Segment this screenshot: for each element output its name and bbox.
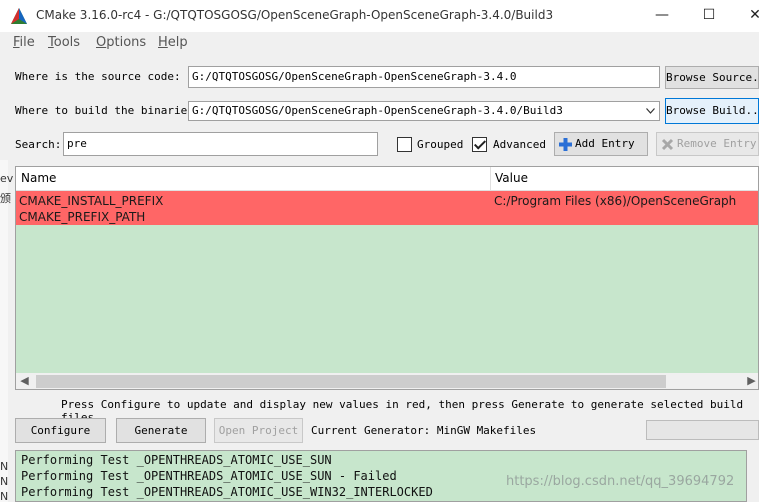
search-input[interactable]: pre (63, 132, 378, 156)
menu-file[interactable]: File (13, 35, 35, 50)
binaries-path-combobox[interactable]: G:/QTQTOSGOSG/OpenSceneGraph-OpenSceneGr… (188, 101, 660, 121)
binaries-path-value: G:/QTQTOSGOSG/OpenSceneGraph-OpenSceneGr… (192, 104, 563, 117)
log-line: Performing Test _OPENTHREADS_ATOMIC_USE_… (21, 485, 433, 499)
current-generator-label: Current Generator: MinGW Makefiles (311, 424, 537, 437)
watermark: https://blog.csdn.net/qq_39694792 (506, 474, 735, 489)
background-text: N (0, 490, 9, 502)
grouped-checkbox[interactable] (397, 137, 412, 152)
column-header-name[interactable]: Name (21, 171, 56, 185)
menu-help[interactable]: Help (158, 35, 188, 50)
log-line: Performing Test _OPENTHREADS_ATOMIC_USE_… (21, 469, 397, 483)
remove-icon (661, 138, 674, 151)
add-entry-label: Add Entry (575, 137, 635, 150)
background-text: N (0, 475, 9, 488)
browse-build-button[interactable]: Browse Build... (665, 98, 759, 124)
add-entry-button[interactable]: Add Entry (554, 132, 648, 156)
minimize-button[interactable]: — (639, 0, 685, 32)
title-bar: CMake 3.16.0-rc4 - G:/QTQTOSGOSG/OpenSce… (0, 0, 759, 32)
browse-source-button[interactable]: Browse Source... (665, 66, 759, 89)
column-divider[interactable] (490, 167, 491, 191)
log-line: Performing Test _OPENTHREADS_ATOMIC_USE_… (21, 453, 332, 467)
scrollbar-thumb[interactable] (36, 375, 666, 388)
menu-tools[interactable]: Tools (48, 35, 80, 50)
table-row-value[interactable]: C:/Program Files (x86)/OpenSceneGraph (494, 194, 736, 208)
chevron-down-icon[interactable] (646, 108, 655, 114)
table-row-name[interactable]: CMAKE_PREFIX_PATH (19, 210, 145, 224)
cache-table[interactable]: Name Value CMAKE_INSTALL_PREFIX C:/Progr… (15, 166, 759, 390)
plus-icon (559, 138, 572, 151)
background-text: N (0, 460, 9, 473)
table-row-name[interactable]: CMAKE_INSTALL_PREFIX (19, 194, 163, 208)
search-label: Search: (15, 138, 62, 151)
maximize-button[interactable]: ☐ (686, 0, 732, 32)
table-header: Name Value (16, 167, 758, 191)
configure-button[interactable]: Configure (15, 418, 106, 443)
source-label: Where is the source code: (15, 70, 181, 83)
column-header-value[interactable]: Value (495, 171, 528, 185)
advanced-label: Advanced (493, 138, 546, 151)
grouped-label: Grouped (417, 138, 464, 151)
background-text: 颁 (0, 192, 11, 205)
progress-bar (646, 420, 759, 440)
remove-entry-label: Remove Entry (677, 137, 757, 150)
background-window-edge: ev 颁 N N N (0, 160, 13, 502)
remove-entry-button[interactable]: Remove Entry (656, 132, 759, 156)
open-project-button[interactable]: Open Project (214, 418, 303, 443)
scroll-right-icon[interactable]: ▶ (743, 373, 758, 389)
table-body: CMAKE_INSTALL_PREFIX C:/Program Files (x… (16, 191, 758, 373)
source-path-input[interactable]: G:/QTQTOSGOSG/OpenSceneGraph-OpenSceneGr… (188, 66, 660, 88)
advanced-checkbox[interactable] (472, 137, 487, 152)
horizontal-scrollbar[interactable]: ◀ ▶ (16, 373, 758, 389)
menu-bar: File Tools Options Help (0, 32, 759, 54)
binaries-label: Where to build the binaries: (15, 104, 201, 117)
scroll-left-icon[interactable]: ◀ (16, 373, 33, 389)
generate-button[interactable]: Generate (116, 418, 206, 443)
background-text: ev (0, 172, 14, 185)
window-title: CMake 3.16.0-rc4 - G:/QTQTOSGOSG/OpenSce… (36, 8, 554, 22)
cmake-logo-icon (11, 8, 27, 24)
close-button[interactable]: ✕ (732, 0, 759, 32)
menu-options[interactable]: Options (96, 35, 146, 50)
